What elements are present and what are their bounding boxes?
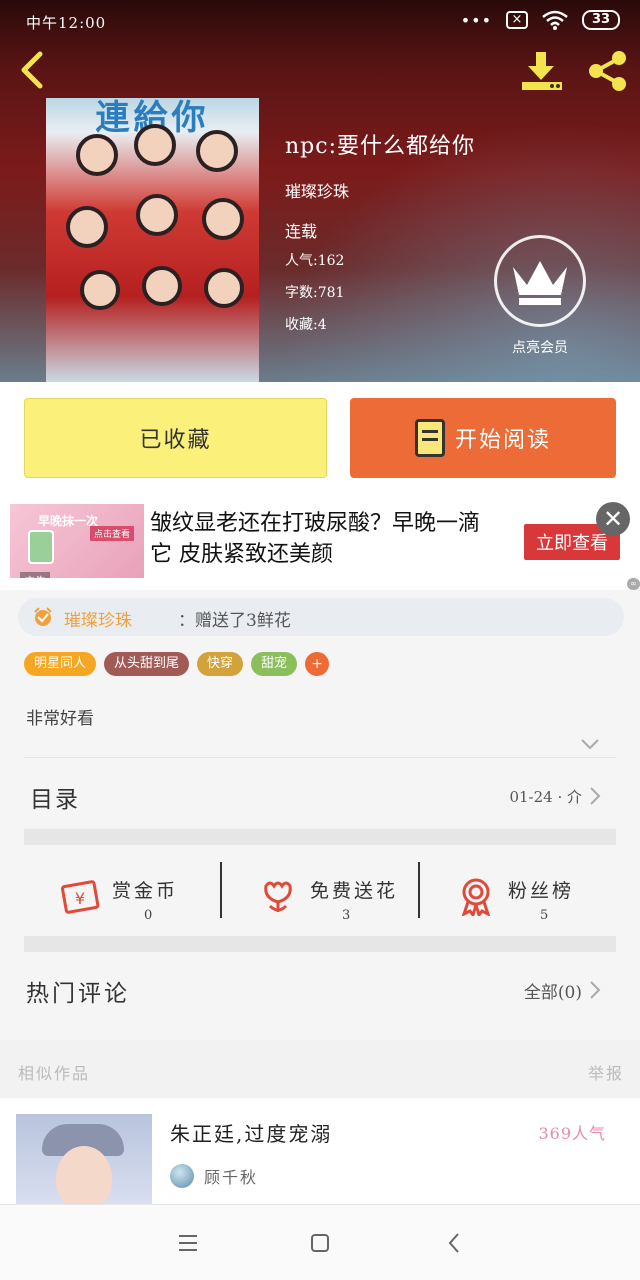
chevron-right-icon — [590, 981, 601, 999]
section-separator — [24, 829, 616, 845]
ad-tag: 广告 — [20, 572, 50, 578]
collected-button[interactable]: 已收藏 — [24, 398, 327, 478]
ad-info-icon[interactable]: ∞ — [627, 578, 640, 590]
similar-work-cover — [16, 1114, 152, 1204]
home-button[interactable] — [300, 1227, 340, 1259]
expand-chevron-icon[interactable] — [580, 737, 600, 751]
ad-image[interactable]: 早晚抹一次 点击查看 广告 — [10, 504, 144, 578]
tag-list: 明星同人 从头甜到尾 快穿 甜宠 + — [24, 652, 330, 676]
ad-text[interactable]: 皱纹显老还在打玻尿酸？早晚一滴它 皮肤紧致还美颜 — [150, 508, 500, 570]
table-of-contents-row[interactable]: 目录 01-24 · 介 — [24, 760, 616, 830]
book-title: npc:要什么都给你 — [285, 134, 475, 159]
ad-image-badge: 点击查看 — [90, 526, 135, 541]
wifi-icon — [542, 10, 568, 30]
flower-icon — [264, 881, 292, 912]
ad-image-text: 早晚抹一次 — [38, 514, 99, 528]
book-author[interactable]: 璀璨珍珠 — [285, 178, 349, 202]
tag-item[interactable]: 明星同人 — [24, 652, 97, 676]
medal-icon — [461, 878, 491, 916]
section-separator — [24, 936, 616, 952]
svg-text:¥: ¥ — [75, 889, 85, 908]
stat-value: 3 — [342, 908, 351, 923]
stat-label: 粉丝榜 — [508, 880, 575, 902]
back-arrow-icon — [21, 51, 43, 89]
ad-banner[interactable]: 早晚抹一次 点击查看 广告 皱纹显老还在打玻尿酸？早晚一滴它 皮肤紧致还美颜 立… — [0, 494, 640, 590]
status-time: 中午12:00 — [26, 14, 107, 32]
vip-button[interactable] — [494, 235, 586, 327]
status-bar: 中午12:00 ••• × 33 — [0, 0, 640, 45]
ad-product-image — [28, 530, 54, 564]
similar-work-item[interactable]: 朱正廷,过度宠溺 369人气 顾千秋 — [0, 1098, 640, 1204]
chevron-right-icon — [590, 787, 601, 805]
gift-notice: 璀璨珍珠 ：赠送了3鲜花 — [18, 598, 624, 636]
divider — [24, 757, 616, 758]
tag-item[interactable]: 甜宠 — [251, 652, 298, 676]
report-link[interactable]: 举报 — [588, 1060, 624, 1084]
download-icon — [522, 52, 562, 90]
add-tag-button[interactable]: + — [305, 652, 330, 676]
similar-work-popularity: 369人气 — [538, 1124, 606, 1143]
crown-icon — [513, 261, 567, 305]
book-status: 连载 — [285, 222, 318, 241]
hot-comments-row[interactable]: 热门评论 全部(0) — [24, 952, 616, 1024]
action-area: 已收藏 开始阅读 — [0, 382, 640, 494]
toc-range: 01-24 · 介 — [509, 788, 582, 806]
similar-work-title: 朱正廷,过度宠溺 — [170, 1122, 333, 1146]
red-envelope-icon: ¥ — [60, 880, 100, 914]
home-square-icon — [311, 1234, 329, 1252]
gift-icon — [34, 607, 52, 626]
stat-label: 赏金币 — [112, 880, 179, 902]
similar-works-header: 相似作品 举报 — [0, 1040, 640, 1098]
menu-icon — [179, 1235, 197, 1251]
vip-label: 点亮会员 — [512, 340, 568, 356]
book-word-count: 字数:781 — [285, 285, 345, 301]
tag-item[interactable]: 快穿 — [197, 652, 244, 676]
system-nav-bar — [0, 1204, 640, 1280]
battery-indicator: 33 — [582, 10, 620, 30]
book-icon — [414, 419, 445, 457]
fan-ranking-button[interactable]: 粉丝榜 5 — [420, 856, 617, 928]
download-button[interactable] — [518, 48, 566, 94]
signal-dots: ••• — [460, 10, 492, 30]
back-button[interactable] — [14, 50, 50, 90]
book-cover[interactable]: 連給你 — [46, 98, 259, 382]
tag-item[interactable]: 从头甜到尾 — [104, 652, 190, 676]
stat-value: 0 — [144, 908, 153, 923]
toc-label: 目录 — [30, 787, 80, 813]
gift-user[interactable]: 璀璨珍珠 — [64, 606, 132, 631]
stats-row: ¥ 赏金币 0 免费送花 3 粉丝榜 5 — [24, 846, 616, 936]
ad-close-button[interactable]: ✕ — [596, 502, 630, 536]
comments-label: 热门评论 — [26, 981, 130, 1007]
all-comments-link[interactable]: 全部(0) — [524, 978, 582, 1003]
nav-back-icon — [448, 1233, 459, 1253]
start-reading-label: 开始阅读 — [454, 428, 551, 453]
book-description: 非常好看 — [26, 709, 94, 729]
stat-value: 5 — [540, 908, 549, 923]
menu-button[interactable] — [168, 1227, 208, 1259]
stat-label: 免费送花 — [310, 880, 399, 902]
no-sim-icon: × — [506, 11, 528, 29]
share-button[interactable] — [584, 48, 632, 94]
start-reading-button[interactable]: 开始阅读 — [350, 398, 616, 478]
nav-back-button[interactable] — [434, 1227, 474, 1259]
reward-coins-button[interactable]: ¥ 赏金币 0 — [24, 856, 221, 928]
similar-works-title: 相似作品 — [18, 1064, 91, 1083]
book-favorites: 收藏:4 — [285, 317, 327, 333]
similar-work-author: 顾千秋 — [204, 1168, 259, 1187]
gift-text: ：赠送了3鲜花 — [178, 611, 291, 631]
book-popularity: 人气:162 — [285, 253, 345, 269]
free-flower-button[interactable]: 免费送花 3 — [222, 856, 419, 928]
author-avatar — [170, 1164, 194, 1188]
status-icons: ••• × 33 — [461, 10, 620, 30]
share-icon — [589, 51, 626, 91]
